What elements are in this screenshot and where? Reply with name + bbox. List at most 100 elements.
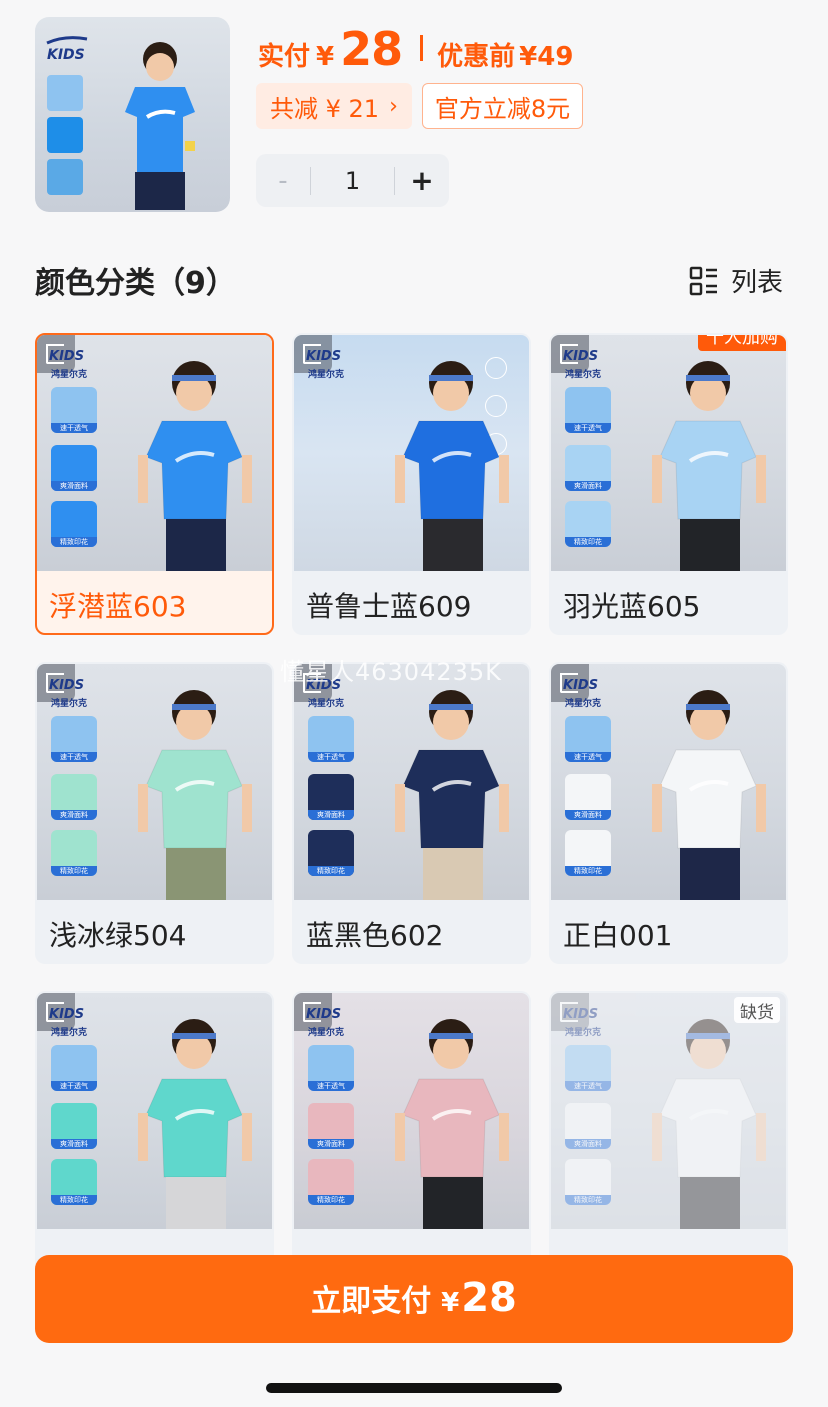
decrement-button[interactable]: -	[256, 166, 310, 196]
model-figure	[138, 361, 252, 571]
color-option-card[interactable]: KIDS 鸿星尔克 速干透气 爽滑面料 精致印花 正白001	[549, 662, 788, 964]
color-option-label: 浅冰绿504	[49, 919, 187, 952]
quantity-value[interactable]: 1	[311, 167, 394, 195]
color-option-card[interactable]: KIDS 鸿星尔克 速干透气 爽滑面料 精致印花	[292, 991, 531, 1293]
feature-caption: 速干透气	[51, 423, 97, 433]
model-figure	[138, 690, 252, 900]
color-option-card[interactable]: KIDS 鸿星尔克 普鲁士蓝609	[292, 333, 531, 635]
thumb-kids-logo: KIDS	[47, 47, 85, 63]
feature-swatch: 精致印花	[308, 830, 354, 876]
feature-caption: 精致印花	[308, 866, 354, 876]
feature-caption: 爽滑面料	[565, 1139, 611, 1149]
feature-caption: 爽滑面料	[51, 810, 97, 820]
increment-button[interactable]: +	[395, 164, 449, 197]
feature-swatch: 速干透气	[308, 716, 354, 762]
pay-now-button[interactable]: 立即支付 ¥ 28	[35, 1255, 793, 1343]
kids-logo: KIDS	[563, 349, 599, 364]
feature-caption: 速干透气	[51, 1081, 97, 1091]
brand-logo: 鸿星尔克	[565, 699, 602, 709]
feature-swatch: 速干透气	[308, 1045, 354, 1091]
feature-caption: 爽滑面料	[51, 1139, 97, 1149]
list-label: 列表	[731, 268, 784, 298]
pay-button-value: 28	[461, 1275, 517, 1321]
feature-caption: 爽滑面料	[51, 481, 97, 491]
feature-caption: 速干透气	[308, 752, 354, 762]
brand-logo: 鸿星尔克	[308, 699, 345, 709]
feature-caption: 爽滑面料	[308, 810, 354, 820]
color-option-card[interactable]: KIDS 鸿星尔克 速干透气 爽滑面料 精致印花 浅冰绿504	[35, 662, 274, 964]
brand-logo: 鸿星尔克	[565, 1028, 602, 1038]
model-figure	[395, 690, 509, 900]
feature-caption: 精致印花	[51, 866, 97, 876]
feature-swatch: 速干透气	[51, 387, 97, 433]
feature-caption: 速干透气	[565, 1081, 611, 1091]
pay-label: 实付	[258, 42, 311, 72]
kids-logo: KIDS	[49, 1007, 85, 1022]
feature-swatch: 速干透气	[565, 387, 611, 433]
kids-logo: KIDS	[49, 349, 85, 364]
official-discount-tag: 官方立减8元	[421, 83, 584, 129]
feature-caption: 速干透气	[565, 423, 611, 433]
feature-caption: 速干透气	[565, 752, 611, 762]
list-icon	[689, 266, 717, 295]
feature-caption: 精致印花	[565, 1195, 611, 1205]
before-discount-value: ¥49	[519, 42, 574, 72]
model-figure	[395, 361, 509, 571]
total-discount-tag[interactable]: 共减 ¥ 21 ›	[256, 83, 412, 129]
feature-swatch: 爽滑面料	[565, 1103, 611, 1149]
color-option-card[interactable]: KIDS 鸿星尔克速干透气爽滑面料精致印花	[35, 991, 274, 1293]
feature-swatch: 爽滑面料	[308, 774, 354, 820]
discount-tags: 共减 ¥ 21 › 官方立减8元	[256, 83, 584, 129]
model-figure	[652, 690, 766, 900]
model-figure	[652, 1019, 766, 1229]
color-option-image: KIDS 鸿星尔克 速干透气 爽滑面料 精致印花	[294, 664, 529, 900]
total-discount-text: 共减 ¥ 21	[270, 94, 380, 123]
color-option-card[interactable]: KIDS 鸿星尔克速干透气爽滑面料精致印花 缺货	[549, 991, 788, 1293]
feature-caption: 爽滑面料	[565, 810, 611, 820]
popular-badge: 千人加购	[698, 335, 786, 351]
product-thumbnail-art: KIDS	[46, 36, 195, 210]
price-separator	[420, 35, 424, 61]
color-option-image: KIDS 鸿星尔克速干透气爽滑面料精致印花	[551, 993, 786, 1229]
list-view-toggle[interactable]: 列表	[689, 262, 783, 299]
feature-swatch: 速干透气	[51, 716, 97, 762]
color-grid: KIDS 鸿星尔克 速干透气 爽滑面料 精致印花 浮潜蓝603 KIDS 鸿星尔克 普鲁士蓝60…	[35, 333, 792, 1293]
feature-caption: 爽滑面料	[565, 481, 611, 491]
color-option-image: KIDS 鸿星尔克 速干透气 爽滑面料 精致印花	[37, 664, 272, 900]
kids-logo: KIDS	[306, 349, 342, 364]
feature-caption: 速干透气	[308, 1081, 354, 1091]
color-option-label: 蓝黑色602	[306, 919, 444, 952]
color-option-label: 浮潜蓝603	[49, 590, 187, 623]
feature-swatch: 精致印花	[565, 1159, 611, 1205]
feature-caption: 精致印花	[51, 1195, 97, 1205]
pay-button-label: 立即支付	[311, 1284, 432, 1319]
feature-caption: 速干透气	[51, 752, 97, 762]
color-option-label: 羽光蓝605	[563, 590, 701, 623]
color-option-image: KIDS 鸿星尔克 速干透气 爽滑面料 精致印花	[37, 335, 272, 571]
feature-caption: 精致印花	[565, 537, 611, 547]
chevron-right-icon: ›	[389, 93, 398, 119]
kids-logo: KIDS	[563, 1007, 599, 1022]
feature-swatch: 爽滑面料	[51, 445, 97, 491]
feature-swatch: 爽滑面料	[51, 774, 97, 820]
color-option-card[interactable]: KIDS 鸿星尔克 速干透气 爽滑面料 精致印花 蓝黑色602	[292, 662, 531, 964]
pay-currency: ¥	[316, 42, 335, 72]
color-option-card[interactable]: KIDS 鸿星尔克 速干透气 爽滑面料 精致印花 浮潜蓝603	[35, 333, 274, 635]
feature-swatch: 速干透气	[565, 1045, 611, 1091]
brand-logo: 鸿星尔克	[51, 370, 88, 380]
out-of-stock-badge: 缺货	[734, 997, 780, 1023]
feature-swatch: 爽滑面料	[565, 445, 611, 491]
pay-button-currency: ¥	[441, 1288, 460, 1318]
price-line: 实付 ¥ 28 优惠前 ¥49	[258, 22, 574, 76]
pay-value: 28	[340, 22, 403, 76]
brand-logo: 鸿星尔克	[308, 1028, 345, 1038]
brand-logo: 鸿星尔克	[51, 1028, 88, 1038]
color-option-image: KIDS 鸿星尔克 速干透气 爽滑面料 精致印花	[551, 664, 786, 900]
kids-logo: KIDS	[563, 678, 599, 693]
official-discount-text: 官方立减8元	[434, 94, 571, 123]
feature-swatch: 速干透气	[51, 1045, 97, 1091]
product-thumbnail[interactable]: KIDS	[35, 17, 230, 212]
color-category-title: 颜色分类（9）	[35, 266, 236, 301]
color-option-card[interactable]: KIDS 鸿星尔克 速干透气 爽滑面料 精致印花 羽光蓝605 千人加购	[549, 333, 788, 635]
brand-logo: 鸿星尔克	[308, 370, 345, 380]
